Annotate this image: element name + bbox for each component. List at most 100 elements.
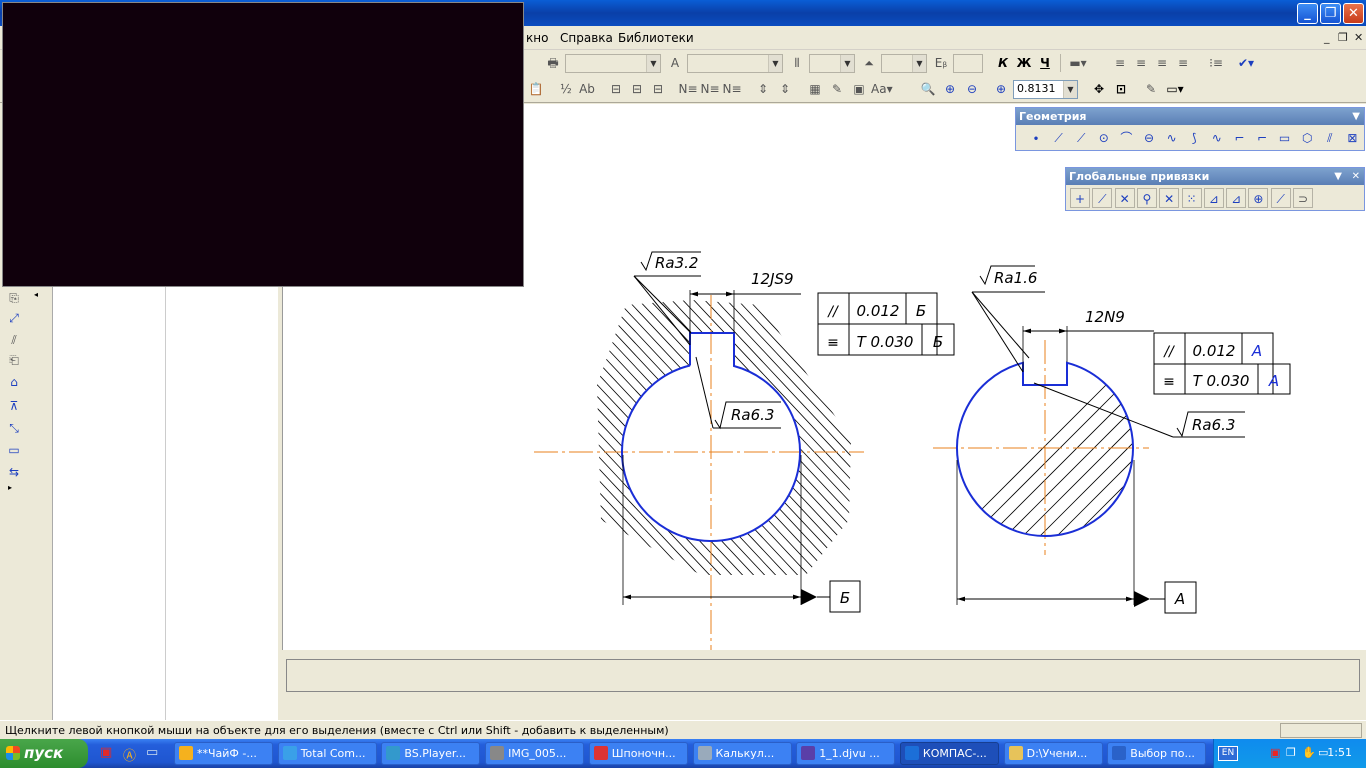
taskbar-button[interactable]: Шпоночн... — [588, 742, 688, 765]
snap-center-icon[interactable]: ⊕ — [1248, 188, 1269, 208]
strike-icon[interactable]: ⊟ — [606, 79, 626, 99]
tree-panel[interactable] — [52, 286, 278, 720]
case-icon[interactable]: Aa▾ — [871, 79, 893, 99]
align-right-icon[interactable]: ≡ — [1152, 53, 1172, 73]
display-icon[interactable]: ▭▾ — [1165, 79, 1185, 99]
snaps-panel-header[interactable]: Глобальные привязки ▼ ✕ — [1066, 168, 1364, 185]
snap-grid-icon[interactable]: ⁙ — [1181, 188, 1202, 208]
number2-icon[interactable]: N≡ — [700, 79, 720, 99]
taskbar-button[interactable]: Калькул... — [692, 742, 792, 765]
print-icon[interactable]: 🖶 — [543, 53, 563, 73]
menu-item-libraries[interactable]: Библиотеки — [618, 31, 694, 45]
tray-hand-icon[interactable]: ✋ — [1302, 746, 1316, 759]
mdi-restore-icon[interactable]: ❐ — [1338, 31, 1348, 44]
insert2-icon[interactable]: ⇕ — [775, 79, 795, 99]
spline-tool-icon[interactable]: ∿ — [1162, 128, 1182, 148]
bold-button[interactable]: К — [993, 53, 1013, 73]
paste-icon[interactable]: 📋 — [526, 79, 546, 99]
ellipse-tool-icon[interactable]: ⊖ — [1139, 128, 1159, 148]
segment-tool-icon[interactable]: ⟋ — [1049, 128, 1069, 148]
height-combo[interactable]: ▼ — [809, 54, 855, 73]
quicklaunch-aimp-icon[interactable]: Ⓐ — [123, 745, 136, 764]
language-indicator[interactable]: EN — [1218, 746, 1238, 761]
italic-button[interactable]: Ж — [1014, 53, 1034, 73]
pan-icon[interactable]: ✥ — [1089, 79, 1109, 99]
insert-icon[interactable]: ⇕ — [753, 79, 773, 99]
rectangle-tool-icon[interactable]: ▭ — [1275, 128, 1295, 148]
snap-angle-icon[interactable]: ⊿ — [1203, 188, 1224, 208]
polygon-tool-icon[interactable]: ⬡ — [1297, 128, 1317, 148]
zoom-out-icon[interactable]: ⊖ — [962, 79, 982, 99]
taskbar-button[interactable]: D:\Учени... — [1003, 742, 1103, 765]
collapse-arrow-icon[interactable]: ◂ — [34, 290, 38, 299]
taskbar-button[interactable]: IMG_005... — [485, 742, 585, 765]
panel-close-icon[interactable]: ✕ — [1352, 168, 1360, 185]
snap-normal-icon[interactable]: ✕ — [1159, 188, 1180, 208]
menu-item-window[interactable]: кно — [526, 31, 548, 45]
text-style-icon[interactable]: Ab — [577, 79, 597, 99]
arc-tool-icon[interactable]: ⌒ — [1116, 128, 1136, 148]
panel-menu-icon[interactable]: ▼ — [1334, 168, 1342, 185]
maximize-button[interactable]: ❐ — [1320, 3, 1341, 24]
zoom-icon[interactable]: 🔍 — [918, 79, 938, 99]
snap-intersection-icon[interactable]: ✕ — [1114, 188, 1135, 208]
fill-tool-icon[interactable]: ⊠ — [1342, 128, 1362, 148]
style-icon[interactable]: ½ — [556, 79, 576, 99]
tool-symbols-icon[interactable]: ⫽ — [4, 330, 24, 350]
taskbar-button[interactable]: КОМПАС-... — [899, 742, 999, 765]
circle-tool-icon[interactable]: ⊙ — [1094, 128, 1114, 148]
image-icon[interactable]: ▣ — [849, 79, 869, 99]
tool-report-icon[interactable]: ⇆ — [4, 462, 24, 482]
tool-edit-icon[interactable]: ⎗ — [4, 350, 24, 370]
curve-tool-icon[interactable]: ⟆ — [1184, 128, 1204, 148]
table-icon[interactable]: ▦ — [805, 79, 825, 99]
font-size-combo[interactable]: ▼ — [687, 54, 783, 73]
chamfer-tool-icon[interactable]: ⌐ — [1229, 128, 1249, 148]
tool-dimensions-icon[interactable]: ⤢ — [4, 308, 24, 328]
geometry-panel-header[interactable]: Геометрия ▼ — [1016, 108, 1364, 125]
quicklaunch-desktop-icon[interactable]: ▭ — [146, 745, 158, 760]
snap-endpoint-icon[interactable]: ⟋ — [1092, 188, 1113, 208]
close-button[interactable]: ✕ — [1343, 3, 1364, 24]
underline-button[interactable]: Ч — [1035, 53, 1055, 73]
slant-combo[interactable]: ▼ — [881, 54, 927, 73]
bezier-tool-icon[interactable]: ∿ — [1207, 128, 1227, 148]
point-tool-icon[interactable]: ∙ — [1026, 128, 1046, 148]
align-center-icon[interactable]: ≡ — [1131, 53, 1151, 73]
snap-magnet-icon[interactable]: ⊃ — [1293, 188, 1313, 208]
tray-app-icon[interactable]: ▣ — [1270, 746, 1280, 759]
tool-geometry-icon[interactable]: ⎘ — [4, 288, 24, 308]
fit-icon[interactable]: ⊡ — [1111, 79, 1131, 99]
zoom-in-icon[interactable]: ⊕ — [940, 79, 960, 99]
line-tool-icon[interactable]: ⟋ — [1071, 128, 1091, 148]
snap-nearest-icon[interactable]: + — [1070, 188, 1090, 208]
fillet-tool-icon[interactable]: ⌐ — [1252, 128, 1272, 148]
spellcheck-icon[interactable]: ✔▾ — [1236, 53, 1256, 73]
panel-menu-icon[interactable]: ▼ — [1352, 108, 1360, 125]
snap-alignment-icon[interactable]: ⊿ — [1226, 188, 1247, 208]
taskbar-button[interactable]: BS.Player... — [381, 742, 481, 765]
tray-window-icon[interactable]: ❐ — [1286, 746, 1296, 759]
list-icon[interactable]: ⁝≡ — [1206, 53, 1226, 73]
underline-line-icon[interactable]: ⊟ — [648, 79, 668, 99]
tool-param-icon[interactable]: ⌂ — [4, 372, 24, 392]
snap-tangent-icon[interactable]: ⚲ — [1136, 188, 1157, 208]
font-combo[interactable]: ▼ — [565, 54, 661, 73]
text-color-icon[interactable]: ▬▾ — [1068, 53, 1088, 73]
taskbar-button[interactable]: 1_1.djvu ... — [796, 742, 896, 765]
taskbar-button[interactable]: Выбор по... — [1107, 742, 1207, 765]
more-tools-icon[interactable]: ▸ — [8, 483, 12, 492]
zoom-combo[interactable]: 0.8131 ▼ — [1013, 80, 1078, 99]
zoom-scale-icon[interactable]: ⊕ — [991, 79, 1011, 99]
symbol-icon[interactable]: ✎ — [827, 79, 847, 99]
hatch-tool-icon[interactable]: ⫽ — [1320, 128, 1340, 148]
taskbar-button[interactable]: **ЧайФ -... — [174, 742, 273, 765]
menu-item-help[interactable]: Справка — [560, 31, 613, 45]
snap-point-on-curve-icon[interactable]: ⟋ — [1270, 188, 1291, 208]
align-justify-icon[interactable]: ≡ — [1173, 53, 1193, 73]
tool-spec-icon[interactable]: ▭ — [4, 440, 24, 460]
mdi-close-icon[interactable]: ✕ — [1354, 31, 1363, 44]
taskbar-button[interactable]: Total Com... — [277, 742, 377, 765]
refresh-icon[interactable]: ✎ — [1141, 79, 1161, 99]
tool-select-icon[interactable]: ⤡ — [4, 418, 24, 438]
